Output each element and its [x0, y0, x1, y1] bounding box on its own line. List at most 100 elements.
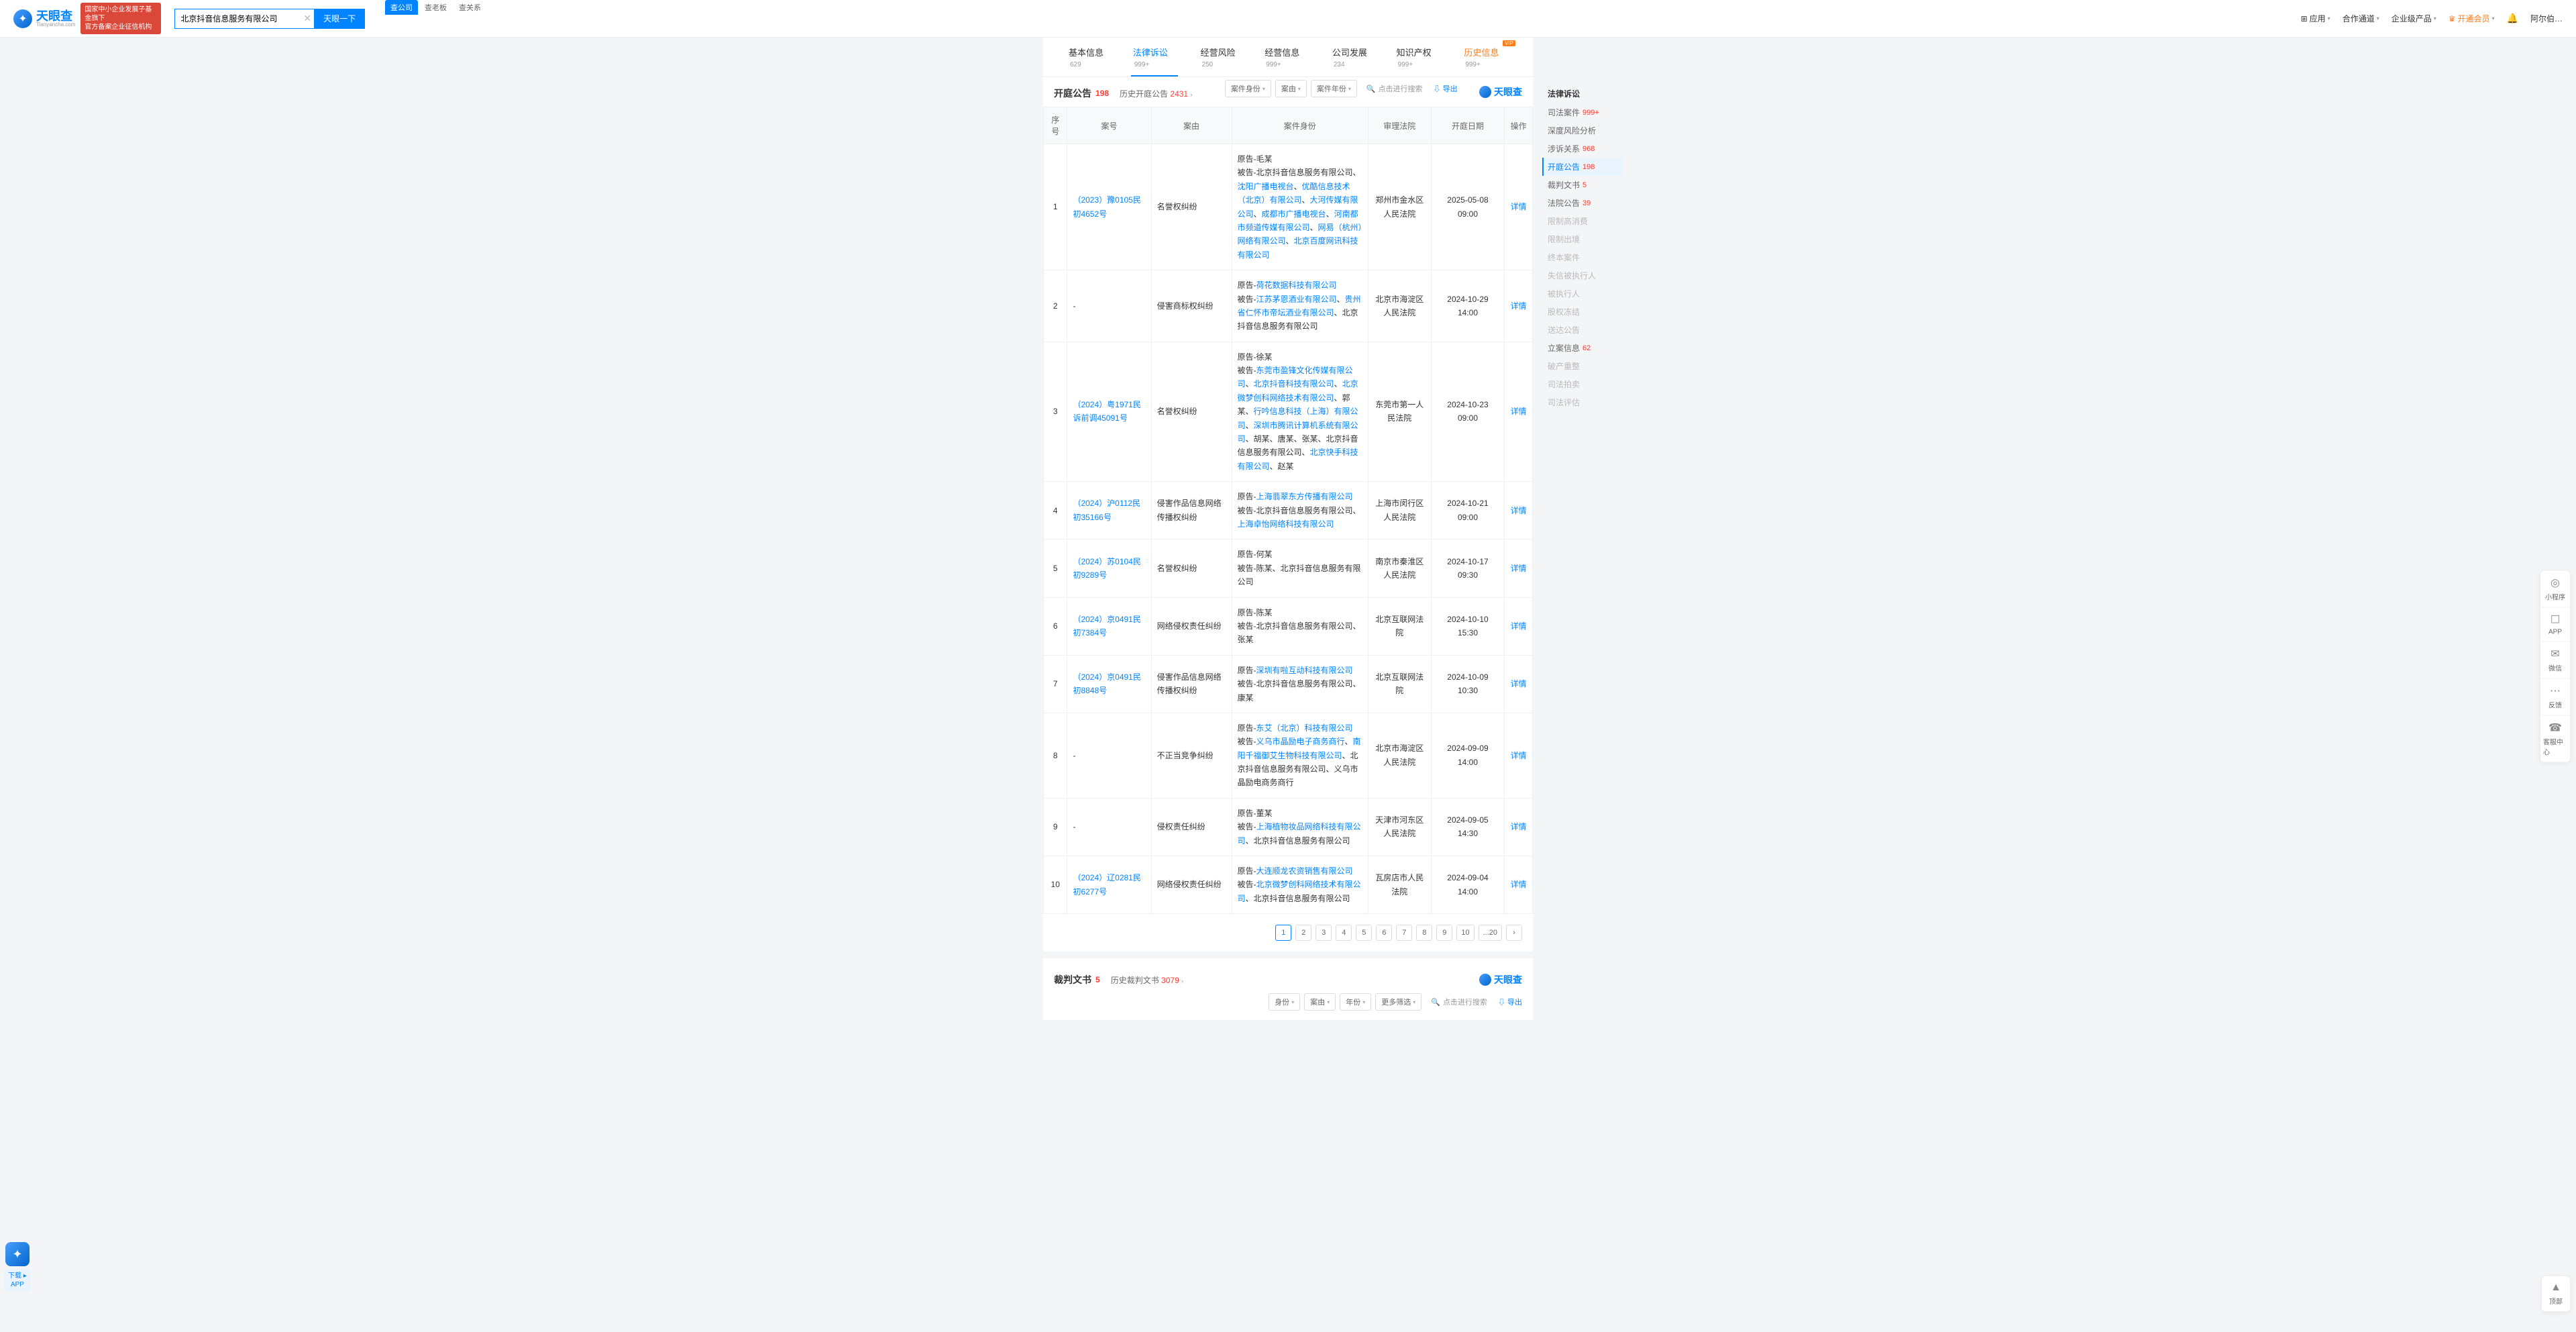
cell-party: 原告-大连顺龙农资销售有限公司被告-北京微梦创科网络技术有限公司、北京抖音信息服… — [1232, 856, 1368, 914]
search-tab-0[interactable]: 查公司 — [385, 0, 418, 15]
page-5[interactable]: 5 — [1356, 925, 1372, 941]
page-8[interactable]: 8 — [1416, 925, 1432, 941]
cell-op[interactable]: 详情 — [1505, 798, 1533, 856]
section-hist[interactable]: 历史开庭公告 2431 › — [1120, 88, 1192, 99]
cell-op[interactable]: 详情 — [1505, 713, 1533, 798]
main-tab-3[interactable]: 经营信息999+ — [1252, 38, 1320, 76]
filter-section2-0[interactable]: 身份▾ — [1269, 993, 1300, 1011]
download-app-float[interactable]: ✦ 下载 ▸ APP — [4, 1242, 31, 1292]
page-6[interactable]: 6 — [1376, 925, 1392, 941]
nav-ent[interactable]: 企业级产品▾ — [2392, 13, 2436, 24]
section2-head: 裁判文书 5 历史裁判文书 3079 › — [1054, 973, 1183, 986]
float-label: APP — [2548, 628, 2562, 635]
cell-op[interactable]: 详情 — [1505, 540, 1533, 597]
cell-case[interactable]: （2024）京0491民初8848号 — [1067, 655, 1151, 713]
float-right-3[interactable]: ⋯反馈 — [2540, 678, 2570, 715]
filter-section2-3[interactable]: 更多筛选▾ — [1375, 993, 1421, 1011]
nav-app-label: 应用 — [2310, 13, 2326, 24]
search-row: ✕ 天眼一下 — [174, 9, 365, 29]
dl-l2: APP — [11, 1281, 24, 1288]
nav-bell[interactable]: 🔔 — [2507, 13, 2518, 24]
cell-case[interactable]: （2024）辽0281民初6277号 — [1067, 856, 1151, 914]
export-section1[interactable]: ⇩ 导出 — [1434, 83, 1458, 94]
main-tab-1[interactable]: 法律诉讼999+ — [1121, 38, 1189, 76]
page-9[interactable]: 9 — [1436, 925, 1452, 941]
logo[interactable]: ✦ 天眼查 Tianyancha.com — [13, 9, 75, 28]
search-input[interactable] — [174, 9, 315, 29]
cell-case[interactable]: （2024）苏0104民初9289号 — [1067, 540, 1151, 597]
th-0: 序号 — [1044, 107, 1067, 144]
th-3: 案件身份 — [1232, 107, 1368, 144]
right-nav-item-5[interactable]: 法院公告39 — [1542, 194, 1623, 212]
page-10[interactable]: 10 — [1456, 925, 1474, 941]
cell-op[interactable]: 详情 — [1505, 856, 1533, 914]
main-tab-4[interactable]: 公司发展234 — [1320, 38, 1385, 76]
page-2[interactable]: 2 — [1295, 925, 1311, 941]
brand-label: 天眼查 — [1494, 85, 1522, 99]
cell-case[interactable]: （2023）豫0105民初4652号 — [1067, 144, 1151, 270]
search-tab-2[interactable]: 查关系 — [453, 0, 486, 15]
right-nav-item-1[interactable]: 深度风险分析 — [1542, 121, 1623, 140]
main-tab-0[interactable]: 基本信息629 — [1057, 38, 1121, 76]
right-nav-item-16: 司法评估 — [1542, 393, 1623, 411]
float-right-4[interactable]: ☎客服中心 — [2540, 715, 2570, 762]
nav-vip[interactable]: ♛ 开通会员▾ — [2449, 13, 2495, 24]
cell-op[interactable]: 详情 — [1505, 270, 1533, 342]
right-nav-item-0[interactable]: 司法案件999+ — [1542, 103, 1623, 121]
page-...20[interactable]: ...20 — [1479, 925, 1502, 941]
cell-idx: 1 — [1044, 144, 1067, 270]
section2-head-row: 裁判文书 5 历史裁判文书 3079 › 天眼查 — [1043, 952, 1533, 993]
float-right-0[interactable]: ◎小程序 — [2540, 570, 2570, 607]
float-right-2[interactable]: ✉微信 — [2540, 642, 2570, 678]
filter-section1-1[interactable]: 案由▾ — [1275, 80, 1307, 97]
float-right-1[interactable]: ☐APP — [2540, 607, 2570, 642]
search-tab-1[interactable]: 查老板 — [419, 0, 452, 15]
page-3[interactable]: 3 — [1316, 925, 1332, 941]
filter-section2-2[interactable]: 年份▾ — [1340, 993, 1371, 1011]
nav-coop[interactable]: 合作通道▾ — [2343, 13, 2379, 24]
back-to-top[interactable]: ▲ 顶部 — [2541, 1276, 2571, 1312]
section2-hist[interactable]: 历史裁判文书 3079 › — [1111, 974, 1183, 986]
cell-case[interactable]: （2024）京0491民初7384号 — [1067, 597, 1151, 655]
cell-op[interactable]: 详情 — [1505, 342, 1533, 482]
filter-section2-1[interactable]: 案由▾ — [1304, 993, 1336, 1011]
cell-cause: 侵害作品信息网络传播权纠纷 — [1151, 655, 1232, 713]
page-7[interactable]: 7 — [1396, 925, 1412, 941]
filter-search-section1[interactable]: 🔍 点击进行搜索 — [1366, 83, 1423, 94]
pagination: 12345678910 ...20› — [1043, 914, 1533, 952]
filter-section1-0[interactable]: 案件身份▾ — [1225, 80, 1271, 97]
cell-party: 原告-毛某被告-北京抖音信息服务有限公司、沈阳广播电视台、优酷信息技术（北京）有… — [1232, 144, 1368, 270]
export-section2[interactable]: ⇩ 导出 — [1498, 996, 1522, 1007]
main-tab-5[interactable]: 知识产权999+ — [1385, 38, 1452, 76]
right-nav-item-3[interactable]: 开庭公告198 — [1542, 158, 1623, 176]
cell-op[interactable]: 详情 — [1505, 144, 1533, 270]
chevron-right-icon: › — [1190, 91, 1192, 98]
cell-op[interactable]: 详情 — [1505, 655, 1533, 713]
filter-section1-2[interactable]: 案件年份▾ — [1311, 80, 1357, 97]
right-nav-item-11: 股权冻结 — [1542, 303, 1623, 321]
table-row: 2-侵害商标权纠纷原告-荷花数据科技有限公司被告-江苏茅恩酒业有限公司、贵州省仁… — [1044, 270, 1533, 342]
main-tab-2[interactable]: 经营风险250 — [1188, 38, 1252, 76]
filter-search-section2[interactable]: 🔍 点击进行搜索 — [1431, 996, 1487, 1007]
clear-icon[interactable]: ✕ — [303, 13, 311, 24]
cell-op[interactable]: 详情 — [1505, 482, 1533, 540]
cell-party: 原告-上海翡翠东方传播有限公司被告-北京抖音信息服务有限公司、上海卓怡网络科技有… — [1232, 482, 1368, 540]
logo-icon: ✦ — [13, 9, 32, 28]
page-4[interactable]: 4 — [1336, 925, 1352, 941]
nav-app[interactable]: ⊞ 应用▾ — [2301, 13, 2330, 24]
cell-case[interactable]: （2024）沪0112民初35166号 — [1067, 482, 1151, 540]
right-nav-item-4[interactable]: 裁判文书5 — [1542, 176, 1623, 194]
main-tab-6[interactable]: 历史信息999+VIP — [1452, 38, 1519, 76]
back-to-top-label: 顶部 — [2549, 1296, 2563, 1306]
page-1[interactable]: 1 — [1275, 925, 1291, 941]
cell-idx: 8 — [1044, 713, 1067, 798]
cell-cause: 名誉权纠纷 — [1151, 144, 1232, 270]
cell-case[interactable]: （2024）粤1971民诉前调45091号 — [1067, 342, 1151, 482]
search-button[interactable]: 天眼一下 — [314, 9, 365, 29]
nav-user-label: 阿尔伯… — [2530, 13, 2563, 24]
right-nav-item-13[interactable]: 立案信息62 — [1542, 339, 1623, 357]
nav-user[interactable]: 阿尔伯… — [2530, 13, 2563, 24]
page-›[interactable]: › — [1506, 925, 1522, 941]
cell-op[interactable]: 详情 — [1505, 597, 1533, 655]
right-nav-item-2[interactable]: 涉诉关系968 — [1542, 140, 1623, 158]
